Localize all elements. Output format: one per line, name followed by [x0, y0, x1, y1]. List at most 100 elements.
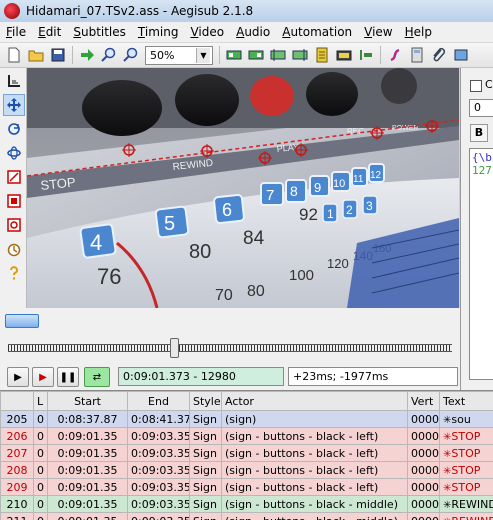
set-end-button[interactable] — [289, 45, 310, 66]
video-display[interactable]: STOP REWIND PLAY REC POWER 4 5 6 7 8 9 1… — [27, 68, 459, 308]
cell-actor[interactable]: (sign - buttons - black - left) — [221, 461, 408, 479]
table-row[interactable]: 205 0 0:08:37.87 0:08:41.37 Sign (sign) 0000 ✳s… — [0, 410, 493, 428]
zoom-dropdown[interactable]: 50% ▼ — [145, 45, 213, 65]
menu-edit[interactable]: Edit — [32, 25, 67, 39]
menu-subtitles[interactable]: Subtitles — [67, 25, 132, 39]
help-tool-button[interactable] — [3, 262, 25, 284]
cell-number[interactable]: 208 — [0, 461, 34, 479]
cell-layer[interactable]: 0 — [33, 512, 48, 520]
cell-text[interactable]: ✳STOP — [439, 461, 493, 479]
save-button[interactable] — [47, 45, 68, 66]
table-row[interactable]: 206 0 0:09:01.35 0:09:03.35 Sign (sign - butt… — [0, 427, 493, 445]
cell-start[interactable]: 0:09:01.35 — [47, 512, 128, 520]
play-line-button[interactable]: ▶ — [32, 367, 54, 387]
open-file-button[interactable] — [25, 45, 46, 66]
cell-actor[interactable]: (sign - buttons - black - middle) — [221, 512, 408, 520]
table-row[interactable]: 21100:09:01.350:09:03.35Sign(sign - butt… — [0, 512, 493, 520]
col-header-layer[interactable]: L — [33, 391, 48, 411]
col-header-start[interactable]: Start — [47, 391, 128, 411]
cell-end[interactable]: 0:09:03.35 — [127, 512, 190, 520]
cell-actor[interactable]: (sign - buttons - black - middle) — [221, 495, 408, 513]
cell-layer[interactable]: 0 — [33, 444, 48, 462]
clip-tool-button[interactable] — [3, 190, 25, 212]
seek-thumb[interactable] — [170, 338, 179, 358]
cell-style[interactable]: Sign — [189, 410, 222, 428]
autoscroll-toggle-button[interactable]: ⇄ — [84, 367, 110, 387]
cell-style[interactable]: Sign — [189, 495, 222, 513]
cell-number[interactable]: 210 — [0, 495, 34, 513]
cell-style[interactable]: Sign — [189, 461, 222, 479]
set-start-button[interactable] — [267, 45, 288, 66]
vector-clip-tool-button[interactable] — [3, 214, 25, 236]
attachments-button[interactable] — [428, 45, 449, 66]
cell-vert[interactable]: 0000 — [407, 478, 440, 496]
cell-layer[interactable]: 0 — [33, 478, 48, 496]
rotate-xy-tool-button[interactable] — [3, 142, 25, 164]
cell-style[interactable]: Sign — [189, 444, 222, 462]
cell-actor[interactable]: (sign - buttons - black - left) — [221, 444, 408, 462]
cell-actor[interactable]: (sign - buttons - black - left) — [221, 427, 408, 445]
table-row[interactable]: 210 0 0:09:01.35 0:09:03.35 Sign (sign - butt… — [0, 495, 493, 513]
cell-number[interactable]: 206 — [0, 427, 34, 445]
table-row[interactable]: 209 0 0:09:01.35 0:09:03.35 Sign (sign - butt… — [0, 478, 493, 496]
rotate-z-tool-button[interactable] — [3, 118, 25, 140]
cell-vert[interactable]: 0000 — [407, 512, 440, 520]
shift-times-button[interactable] — [355, 45, 376, 66]
subtitle-text-editor[interactable]: {\bi 127 — [469, 148, 493, 380]
col-header-number[interactable] — [0, 391, 34, 411]
menu-view[interactable]: View — [358, 25, 398, 39]
cell-style[interactable]: Sign — [189, 478, 222, 496]
cell-number[interactable]: 207 — [0, 444, 34, 462]
pause-button[interactable]: ❚❚ — [57, 367, 79, 387]
scale-tool-button[interactable] — [3, 166, 25, 188]
zoom-slider-thumb[interactable] — [5, 314, 39, 328]
table-row[interactable]: 207 0 0:09:01.35 0:09:03.35 Sign (sign - butt… — [0, 444, 493, 462]
cell-number[interactable]: 209 — [0, 478, 34, 496]
cell-vert[interactable]: 0000 — [407, 427, 440, 445]
cell-layer[interactable]: 0 — [33, 427, 48, 445]
cell-layer[interactable]: 0 — [33, 461, 48, 479]
menu-help[interactable]: Help — [399, 25, 438, 39]
cell-end[interactable]: 0:09:03.35 — [127, 478, 190, 496]
film-button[interactable] — [333, 45, 354, 66]
jump-to-button[interactable] — [76, 45, 97, 66]
col-header-vert[interactable]: Vert — [407, 391, 440, 411]
zoom-in-button[interactable] — [98, 45, 119, 66]
cell-start[interactable]: 0:09:01.35 — [47, 461, 128, 479]
calculator-button[interactable] — [406, 45, 427, 66]
cell-start[interactable]: 0:09:01.35 — [47, 495, 128, 513]
menu-file[interactable]: File — [0, 25, 32, 39]
aegisub-app-icon[interactable] — [4, 3, 20, 19]
col-header-actor[interactable]: Actor — [221, 391, 408, 411]
drag-tool-button[interactable] — [3, 94, 25, 116]
zoom-out-button[interactable] — [120, 45, 141, 66]
current-time-field[interactable]: 0:09:01.373 - 12980 — [118, 367, 284, 386]
cell-end[interactable]: 0:09:03.35 — [127, 495, 190, 513]
cell-end[interactable]: 0:09:03.35 — [127, 461, 190, 479]
cell-style[interactable]: Sign — [189, 427, 222, 445]
new-file-button[interactable] — [3, 45, 24, 66]
cell-text[interactable]: ✳STOP — [439, 444, 493, 462]
cell-layer[interactable]: 0 — [33, 495, 48, 513]
realtime-toggle-button[interactable] — [3, 238, 25, 260]
cell-vert[interactable]: 0000 — [407, 410, 440, 428]
cell-number[interactable]: 205 — [0, 410, 34, 428]
cell-actor[interactable]: (sign) — [221, 410, 408, 428]
cell-vert[interactable]: 0000 — [407, 444, 440, 462]
standard-tool-button[interactable] — [3, 70, 25, 92]
snap-button[interactable] — [311, 45, 332, 66]
styling-assistant-button[interactable] — [384, 45, 405, 66]
bold-button[interactable]: B — [470, 124, 488, 142]
cell-text[interactable]: ✳sou — [439, 410, 493, 428]
menu-video[interactable]: Video — [184, 25, 230, 39]
cell-text[interactable]: ✳STOP — [439, 478, 493, 496]
cell-start[interactable]: 0:09:01.35 — [47, 444, 128, 462]
menu-audio[interactable]: Audio — [230, 25, 276, 39]
cell-start[interactable]: 0:09:01.35 — [47, 478, 128, 496]
cell-text[interactable]: ✳STOP — [439, 427, 493, 445]
cell-start[interactable]: 0:08:37.87 — [47, 410, 128, 428]
cell-layer[interactable]: 0 — [33, 410, 48, 428]
col-header-style[interactable]: Style — [189, 391, 222, 411]
cell-text[interactable]: ✳REWIND — [439, 512, 493, 520]
cell-end[interactable]: 0:09:03.35 — [127, 427, 190, 445]
